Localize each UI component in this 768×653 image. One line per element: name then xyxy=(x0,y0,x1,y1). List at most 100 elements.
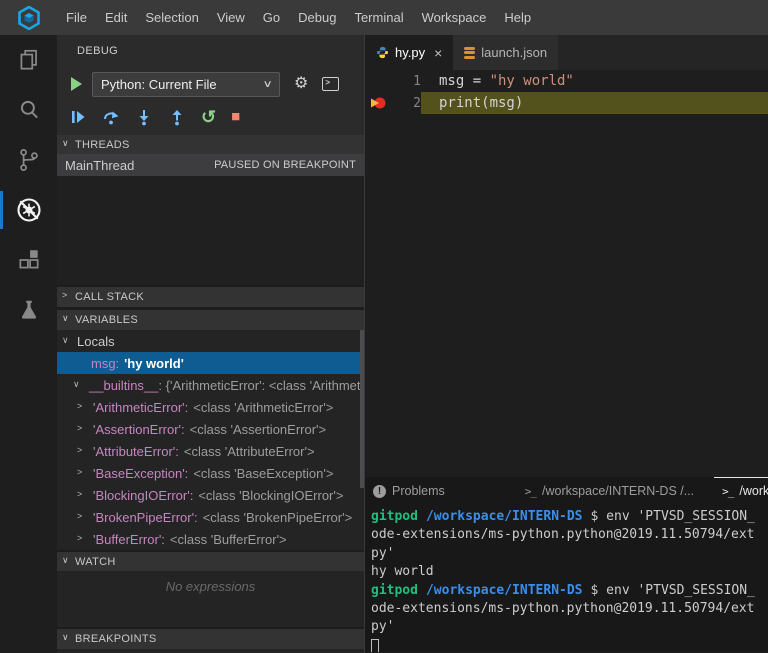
json-file-icon xyxy=(464,46,476,59)
start-debug-button[interactable] xyxy=(69,76,84,92)
variable-name: 'AttributeError': xyxy=(93,443,179,459)
watch-header-label: WATCH xyxy=(75,555,116,568)
sidebar-scrollbar[interactable] xyxy=(360,330,364,488)
panel-tab-bar: ! Problems >_ /workspace/INTERN-DS /... … xyxy=(365,477,768,504)
breakpoints-section-header[interactable]: ∨ BREAKPOINTS xyxy=(57,629,364,649)
variable-value: <class 'BufferError'> xyxy=(169,531,287,547)
problems-icon: ! xyxy=(373,484,386,498)
step-into-button[interactable] xyxy=(135,108,153,126)
tree-item-attribute-error[interactable]: > 'AttributeError': <class 'AttributeErr… xyxy=(57,440,364,462)
code-editor[interactable]: 1 msg = "hy world" 2 print(msg) xyxy=(365,70,768,477)
tree-item-base-exception[interactable]: > 'BaseException': <class 'BaseException… xyxy=(57,462,364,484)
terminal-icon: >_ xyxy=(524,484,537,498)
stop-button[interactable]: ■ xyxy=(231,108,240,126)
tree-item-blocking-io-error[interactable]: > 'BlockingIOError': <class 'BlockingIOE… xyxy=(57,484,364,506)
flask-icon xyxy=(21,300,36,319)
chevron-right-icon: > xyxy=(62,290,68,300)
variables-section-header[interactable]: ∨ VARIABLES xyxy=(57,310,364,330)
restart-button[interactable]: ↺ xyxy=(201,108,216,126)
menu-item-help[interactable]: Help xyxy=(495,10,540,25)
activity-bar xyxy=(0,35,57,653)
menu-item-view[interactable]: View xyxy=(208,10,254,25)
menu-item-edit[interactable]: Edit xyxy=(96,10,136,25)
breakpoint-margin[interactable] xyxy=(365,95,391,111)
menu-item-terminal[interactable]: Terminal xyxy=(345,10,412,25)
chevron-down-icon: ∨ xyxy=(62,555,69,565)
variable-name: 'ArithmeticError': xyxy=(93,399,189,415)
string-literal: "hy world" xyxy=(489,73,574,89)
variable-name: 'BrokenPipeError': xyxy=(93,509,198,525)
step-out-button[interactable] xyxy=(168,108,186,126)
thread-row[interactable]: MainThread PAUSED ON BREAKPOINT xyxy=(57,154,364,176)
tab-launch-json[interactable]: launch.json xyxy=(453,35,559,70)
variable-value: : {'ArithmeticError': <class 'Arithmeti.… xyxy=(158,377,364,393)
close-icon[interactable]: × xyxy=(434,45,442,61)
watch-empty-message: No expressions xyxy=(165,579,256,594)
menu-item-go[interactable]: Go xyxy=(254,10,289,25)
variable-value: 'hy world' xyxy=(124,355,184,371)
tree-item-broken-pipe-error[interactable]: > 'BrokenPipeError': <class 'BrokenPipeE… xyxy=(57,506,364,528)
terminal-user: gitpod xyxy=(371,582,418,598)
tab-terminal-2[interactable]: >_ /workspa xyxy=(714,477,768,504)
variables-tree: ∨ Locals msg: 'hy world' ∨ __builtins__ … xyxy=(57,330,364,550)
threads-section-header[interactable]: ∨ THREADS xyxy=(57,135,364,154)
variable-value: <class 'BaseException'> xyxy=(193,465,334,481)
terminal-line: hy world xyxy=(371,564,434,580)
scope-label: Locals xyxy=(77,333,115,349)
gitpod-logo-icon xyxy=(17,5,40,30)
activity-explorer[interactable] xyxy=(0,35,57,85)
terminal-line: py' xyxy=(371,545,395,561)
variable-value: <class 'AssertionError'> xyxy=(189,421,327,437)
app-logo[interactable] xyxy=(0,5,57,30)
terminal-icon: >_ xyxy=(722,484,734,498)
call-stack-section-header[interactable]: > CALL STACK xyxy=(57,287,364,307)
continue-button[interactable] xyxy=(69,108,87,126)
activity-search[interactable] xyxy=(0,85,57,135)
call-stack-header-label: CALL STACK xyxy=(75,291,145,303)
variable-name: 'AssertionError': xyxy=(93,421,185,437)
terminal-line xyxy=(371,638,768,652)
activity-source-control[interactable] xyxy=(0,135,57,185)
step-over-button[interactable] xyxy=(102,108,120,126)
chevron-down-icon: ∨ xyxy=(62,313,69,323)
tree-item-builtins[interactable]: ∨ __builtins__ : {'ArithmeticError': <cl… xyxy=(57,374,364,396)
tab-terminal-1[interactable]: >_ /workspace/INTERN-DS /... xyxy=(517,477,702,504)
variables-header-label: VARIABLES xyxy=(75,314,139,326)
terminal-cwd: /workspace/INTERN-DS xyxy=(425,582,583,598)
gear-icon[interactable]: ⚙ xyxy=(294,76,308,92)
current-execution-line: print(msg) xyxy=(421,92,768,114)
files-icon xyxy=(20,49,37,70)
terminal-output[interactable]: gitpod/workspace/INTERN-DS $ env 'PTVSD_S… xyxy=(365,504,768,652)
terminal-cwd: /workspace/INTERN-DS xyxy=(425,509,583,524)
tree-item-locals[interactable]: ∨ Locals xyxy=(57,330,364,352)
activity-debug[interactable] xyxy=(0,185,57,235)
tab-label: hy.py xyxy=(395,45,426,60)
menu-item-workspace[interactable]: Workspace xyxy=(413,10,496,25)
open-debug-console-icon[interactable]: > xyxy=(322,77,340,91)
tree-item-arithmetic-error[interactable]: > 'ArithmeticError': <class 'ArithmeticE… xyxy=(57,396,364,418)
terminal-cursor xyxy=(371,638,379,652)
terminal-user: gitpod xyxy=(371,509,418,524)
variable-value: <class 'BrokenPipeError'> xyxy=(202,509,353,525)
activity-tests[interactable] xyxy=(0,285,57,335)
breakpoints-body xyxy=(57,649,364,653)
menu-item-selection[interactable]: Selection xyxy=(136,10,207,25)
terminal-line: gitpod/workspace/INTERN-DS $ env 'PTVSD_S… xyxy=(371,509,755,524)
tab-problems[interactable]: ! Problems xyxy=(365,477,453,504)
line-number: 1 xyxy=(413,73,421,89)
tab-hy-py[interactable]: hy.py × xyxy=(365,35,454,70)
menubar: File Edit Selection View Go Debug Termin… xyxy=(0,0,768,35)
tree-item-buffer-error[interactable]: > 'BufferError': <class 'BufferError'> xyxy=(57,528,364,550)
menu-item-debug[interactable]: Debug xyxy=(289,10,345,25)
editor-group: hy.py × launch.json 1 msg = "hy world" 2… xyxy=(364,35,768,653)
activity-extensions[interactable] xyxy=(0,235,57,285)
terminal-line: py' xyxy=(371,619,395,635)
chevron-right-icon: > xyxy=(77,511,83,521)
watch-body: No expressions xyxy=(57,571,364,627)
tree-item-assertion-error[interactable]: > 'AssertionError': <class 'AssertionErr… xyxy=(57,418,364,440)
tree-item-msg[interactable]: msg: 'hy world' xyxy=(57,352,364,374)
debug-config-dropdown[interactable]: Python: Current File ∨ xyxy=(92,71,280,97)
menu-item-file[interactable]: File xyxy=(57,10,96,25)
chevron-right-icon: > xyxy=(77,445,83,455)
watch-section-header[interactable]: ∨ WATCH xyxy=(57,552,364,571)
